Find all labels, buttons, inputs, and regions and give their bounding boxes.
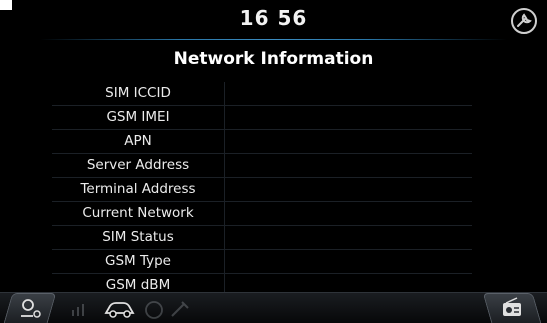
row-label: Current Network [52,202,225,225]
row-label: Server Address [52,154,225,177]
page-title: Network Information [173,49,374,69]
car-service-icon [104,302,135,318]
radio-icon [503,297,521,316]
driver-tools-button[interactable] [3,293,57,323]
driver-tools-icon [21,299,41,318]
radio-button[interactable] [482,293,542,323]
row-label: GSM Type [52,250,225,273]
info-row-gsm-imei: GSM IMEI [52,106,472,130]
info-row-server-address: Server Address [52,154,472,178]
settings-button[interactable] [509,6,539,36]
faded-tools-icon [171,301,189,317]
row-label: Terminal Address [52,178,225,201]
info-row-sim-iccid: SIM ICCID [52,82,472,106]
info-row-terminal-address: Terminal Address [52,178,472,202]
device-screen: 16 56 Network Information SIM ICCID GSM … [0,0,547,323]
row-label: SIM Status [52,226,225,249]
info-row-sim-status: SIM Status [52,226,472,250]
row-label: SIM ICCID [52,82,225,105]
row-label: APN [52,130,225,153]
bottom-nav-bar [0,292,547,323]
row-label: GSM IMEI [52,106,225,129]
header-divider [40,39,507,40]
clock: 16 56 [239,6,308,30]
info-row-current-network: Current Network [52,202,472,226]
faded-signal-icon [72,304,84,316]
info-row-apn: APN [52,130,472,154]
settings-wrench-icon [511,8,537,34]
status-header: 16 56 [0,4,547,40]
network-info-list: SIM ICCID GSM IMEI APN Server Address Te… [52,82,472,297]
info-row-gsm-type: GSM Type [52,250,472,274]
faded-gauge-icon [145,301,163,319]
car-service-button[interactable] [100,293,140,323]
